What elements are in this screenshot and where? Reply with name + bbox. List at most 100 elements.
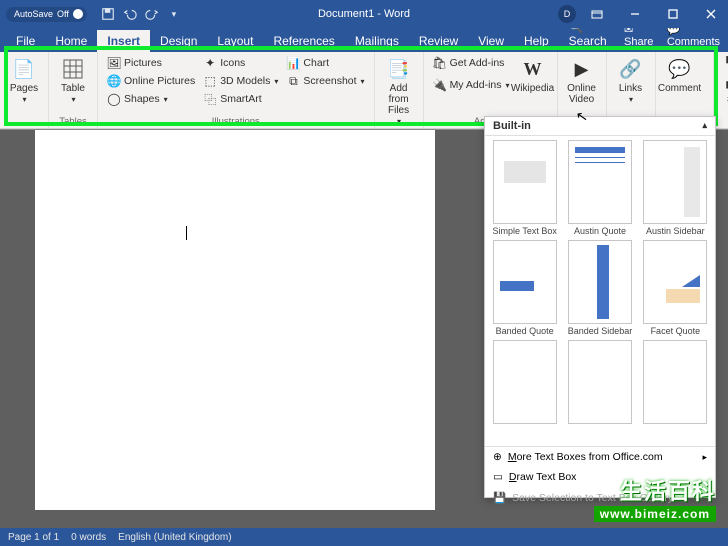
autosave-toggle[interactable]: AutoSave Off bbox=[6, 7, 87, 22]
online-pictures-button[interactable]: 🌐Online Pictures bbox=[104, 72, 198, 90]
chart-button[interactable]: 📊Chart bbox=[283, 54, 367, 72]
footer-button[interactable]: ▄Footer▾ bbox=[720, 72, 728, 90]
screenshot-button[interactable]: ⧉Screenshot▾ bbox=[283, 72, 367, 90]
status-words[interactable]: 0 words bbox=[71, 532, 106, 543]
gallery-item-austin-sidebar[interactable] bbox=[643, 140, 707, 224]
page-canvas[interactable] bbox=[35, 130, 435, 510]
video-icon: ▶ bbox=[569, 56, 595, 82]
status-page[interactable]: Page 1 of 1 bbox=[8, 532, 59, 543]
watermark: 生活百科 www.bimeiz.com bbox=[594, 474, 716, 522]
document-title: Document1 - Word bbox=[318, 8, 410, 20]
chart-label: Chart bbox=[303, 57, 329, 69]
tab-view[interactable]: View bbox=[468, 30, 514, 52]
comment-button[interactable]: 💬 Comment bbox=[662, 54, 698, 96]
my-addins-button[interactable]: 🔌My Add-ins▾ bbox=[430, 76, 513, 94]
link-icon: 🔗 bbox=[618, 56, 644, 82]
gallery-item-label: Facet Quote bbox=[651, 326, 701, 336]
ribbon-display-icon[interactable] bbox=[580, 0, 614, 28]
gallery-item[interactable] bbox=[493, 340, 557, 424]
gallery-item[interactable] bbox=[643, 340, 707, 424]
gallery-item-simple-text-box[interactable] bbox=[493, 140, 557, 224]
group-label-illustrations: Illustrations bbox=[104, 115, 368, 128]
tab-file[interactable]: File bbox=[6, 30, 45, 52]
page-number-button[interactable]: #Page Number▾ bbox=[720, 90, 728, 108]
comment-label: Comment bbox=[658, 83, 701, 94]
share-label: Share bbox=[624, 36, 653, 48]
icons-icon: ✦ bbox=[203, 56, 217, 70]
gallery-item-banded-sidebar[interactable] bbox=[568, 240, 632, 324]
group-label-headerfooter bbox=[720, 115, 728, 128]
chevron-down-icon: ▾ bbox=[361, 77, 365, 86]
wikipedia-label: Wikipedia bbox=[511, 83, 554, 94]
tab-references[interactable]: References bbox=[263, 30, 344, 52]
gallery-item-austin-quote[interactable] bbox=[568, 140, 632, 224]
smartart-icon: ⿻ bbox=[203, 92, 217, 106]
avatar[interactable]: D bbox=[558, 5, 576, 23]
qat-customize-icon[interactable]: ▾ bbox=[165, 5, 183, 23]
pictures-button[interactable]: 🖼Pictures bbox=[104, 54, 198, 72]
minimize-button[interactable] bbox=[618, 0, 652, 28]
add-from-files-button[interactable]: 📑 Add from Files ▾ bbox=[381, 54, 417, 128]
chevron-down-icon: ▾ bbox=[274, 77, 278, 86]
icons-button[interactable]: ✦Icons bbox=[200, 54, 281, 72]
gallery-item-facet-quote[interactable] bbox=[643, 240, 707, 324]
redo-icon[interactable] bbox=[143, 5, 161, 23]
chevron-down-icon: ▾ bbox=[506, 81, 510, 90]
text-cursor bbox=[186, 226, 187, 240]
store-icon: 🛍 bbox=[433, 56, 447, 70]
maximize-button[interactable] bbox=[656, 0, 690, 28]
header-icon: ▀ bbox=[723, 56, 728, 70]
chevron-down-icon: ▾ bbox=[22, 95, 26, 104]
get-addins-button[interactable]: 🛍Get Add-ins bbox=[430, 54, 513, 72]
online-picture-icon: 🌐 bbox=[107, 74, 121, 88]
3d-models-label: 3D Models bbox=[220, 75, 270, 87]
shapes-button[interactable]: ◯Shapes▾ bbox=[104, 90, 198, 108]
chevron-down-icon: ▾ bbox=[71, 95, 75, 104]
links-button[interactable]: 🔗 Links ▾ bbox=[613, 54, 649, 106]
tab-insert[interactable]: Insert bbox=[97, 30, 150, 52]
tab-layout[interactable]: Layout bbox=[207, 30, 263, 52]
page-number-icon: # bbox=[723, 92, 728, 106]
draw-text-box-label: Draw Text Box bbox=[509, 471, 577, 483]
header-button[interactable]: ▀Header▾ bbox=[720, 54, 728, 72]
wikipedia-button[interactable]: W Wikipedia bbox=[515, 54, 551, 96]
autosave-state: Off bbox=[57, 9, 69, 19]
add-from-files-label: Add from Files bbox=[383, 83, 415, 116]
watermark-cn: 生活百科 bbox=[594, 474, 716, 506]
status-lang[interactable]: English (United Kingdom) bbox=[118, 532, 231, 543]
more-text-boxes-button[interactable]: ⊕More Text Boxes from Office.com▸ bbox=[485, 447, 715, 467]
search-label: Search bbox=[569, 34, 607, 48]
tab-help[interactable]: Help bbox=[514, 30, 559, 52]
smartart-button[interactable]: ⿻SmartArt bbox=[200, 90, 281, 108]
table-button[interactable]: Table ▾ bbox=[55, 54, 91, 106]
shapes-icon: ◯ bbox=[107, 92, 121, 106]
gallery-header-label: Built-in bbox=[493, 120, 531, 132]
gallery-item-label: Banded Sidebar bbox=[568, 326, 633, 336]
undo-icon[interactable] bbox=[121, 5, 139, 23]
more-text-boxes-label: More Text Boxes from Office.com bbox=[508, 451, 663, 463]
pages-button[interactable]: 📄 Pages ▾ bbox=[6, 54, 42, 106]
online-video-button[interactable]: ▶ Online Video bbox=[564, 54, 600, 107]
tab-review[interactable]: Review bbox=[409, 30, 468, 52]
scroll-up-icon[interactable]: ▴ bbox=[702, 120, 707, 132]
save-icon[interactable] bbox=[99, 5, 117, 23]
gallery-item[interactable] bbox=[568, 340, 632, 424]
tab-mailings[interactable]: Mailings bbox=[345, 30, 409, 52]
shapes-label: Shapes bbox=[124, 93, 160, 105]
gallery-item-banded-quote[interactable] bbox=[493, 240, 557, 324]
tab-home[interactable]: Home bbox=[45, 30, 97, 52]
3d-models-button[interactable]: ⬚3D Models▾ bbox=[200, 72, 281, 90]
gallery-item-label: Austin Sidebar bbox=[646, 226, 705, 236]
close-button[interactable] bbox=[694, 0, 728, 28]
online-video-label: Online Video bbox=[566, 83, 598, 105]
my-addins-label: My Add-ins bbox=[450, 79, 502, 91]
comments-label: Comments bbox=[667, 36, 720, 48]
autosave-label: AutoSave bbox=[14, 9, 53, 19]
tab-design[interactable]: Design bbox=[150, 30, 207, 52]
toggle-knob-icon bbox=[73, 9, 83, 19]
pictures-label: Pictures bbox=[124, 57, 162, 69]
office-icon: ⊕ bbox=[493, 451, 502, 463]
screenshot-icon: ⧉ bbox=[286, 74, 300, 88]
page-icon: 📄 bbox=[11, 56, 37, 82]
pages-label: Pages bbox=[10, 83, 38, 94]
